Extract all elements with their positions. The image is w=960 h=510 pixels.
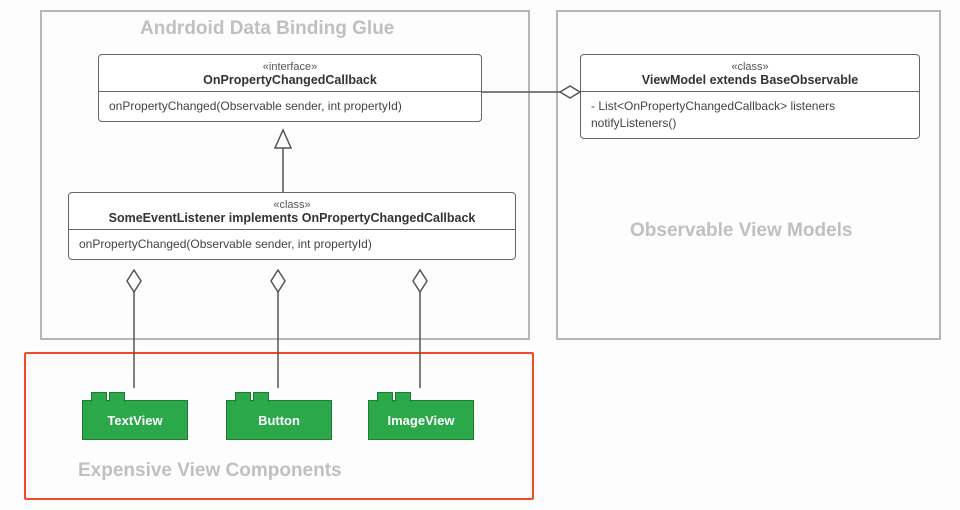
uml-viewmodel-line1: - List<OnPropertyChangedCallback> listen… <box>591 98 909 115</box>
uml-listener-body: onPropertyChanged(Observable sender, int… <box>69 230 515 259</box>
component-imageview-label: ImageView <box>388 413 455 428</box>
uml-viewmodel-name: ViewModel extends BaseObservable <box>589 73 911 87</box>
uml-viewmodel-body: - List<OnPropertyChangedCallback> listen… <box>581 92 919 138</box>
uml-viewmodel-stereo: «class» <box>589 61 911 73</box>
group-databinding-title: Andrdoid Data Binding Glue <box>140 18 394 40</box>
uml-interface-box: «interface» OnPropertyChangedCallback on… <box>98 54 482 122</box>
component-textview-label: TextView <box>107 413 162 428</box>
component-imageview: ImageView <box>368 400 474 440</box>
uml-listener-method: onPropertyChanged(Observable sender, int… <box>79 236 505 253</box>
uml-interface-head: «interface» OnPropertyChangedCallback <box>99 55 481 92</box>
diagram-stage: Andrdoid Data Binding Glue Observable Vi… <box>0 0 960 510</box>
uml-interface-stereo: «interface» <box>107 61 473 73</box>
uml-listener-head: «class» SomeEventListener implements OnP… <box>69 193 515 230</box>
component-button-label: Button <box>258 413 300 428</box>
uml-listener-box: «class» SomeEventListener implements OnP… <box>68 192 516 260</box>
uml-interface-body: onPropertyChanged(Observable sender, int… <box>99 92 481 121</box>
uml-interface-method: onPropertyChanged(Observable sender, int… <box>109 98 471 115</box>
component-button: Button <box>226 400 332 440</box>
uml-listener-stereo: «class» <box>77 199 507 211</box>
uml-listener-name: SomeEventListener implements OnPropertyC… <box>77 211 507 225</box>
uml-viewmodel-head: «class» ViewModel extends BaseObservable <box>581 55 919 92</box>
uml-viewmodel-line2: notifyListeners() <box>591 115 909 132</box>
component-textview: TextView <box>82 400 188 440</box>
group-observable-title: Observable View Models <box>630 220 852 242</box>
uml-viewmodel-box: «class» ViewModel extends BaseObservable… <box>580 54 920 139</box>
group-expensive-title: Expensive View Components <box>78 460 342 482</box>
uml-interface-name: OnPropertyChangedCallback <box>107 73 473 87</box>
